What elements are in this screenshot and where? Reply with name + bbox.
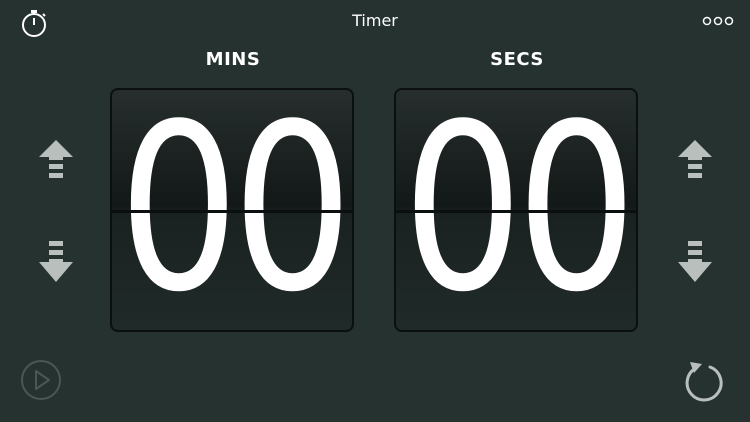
minutes-display: 00 — [110, 88, 354, 332]
play-icon — [35, 370, 50, 390]
flip-divider — [396, 210, 636, 213]
reset-icon — [685, 362, 723, 402]
minutes-increment-button[interactable] — [36, 138, 76, 186]
seconds-label: SECS — [490, 49, 544, 70]
arrow-down-icon — [39, 241, 73, 282]
seconds-increment-button[interactable] — [675, 138, 715, 186]
arrow-up-icon — [678, 140, 712, 178]
page-title: Timer — [352, 11, 398, 30]
arrow-up-icon — [39, 140, 73, 178]
reset-button[interactable] — [682, 358, 724, 402]
seconds-decrement-button[interactable] — [675, 238, 715, 286]
seconds-display: 00 — [394, 88, 638, 332]
arrow-down-icon — [678, 241, 712, 282]
play-button[interactable] — [20, 359, 62, 401]
more-options-icon[interactable] — [702, 14, 734, 28]
flip-divider — [112, 210, 352, 213]
minutes-label: MINS — [205, 49, 261, 70]
minutes-decrement-button[interactable] — [36, 238, 76, 286]
